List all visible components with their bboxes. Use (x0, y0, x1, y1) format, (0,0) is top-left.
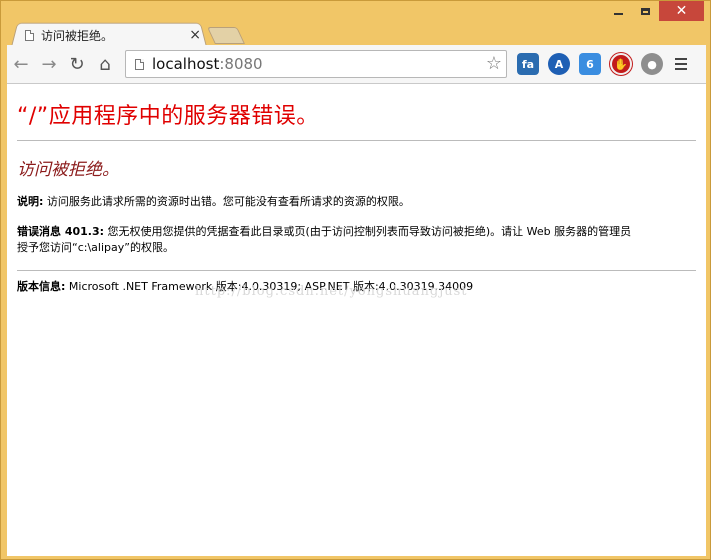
watermark: http://blog.csdn.net/yongshuangjust (195, 284, 468, 299)
tab-strip: 访问被拒绝。 × (11, 19, 311, 47)
close-window-button[interactable]: ✕ (659, 1, 704, 21)
version-divider (17, 270, 696, 271)
window-controls: ✕ (605, 1, 704, 23)
back-icon[interactable]: ← (7, 50, 35, 78)
tab-close-icon[interactable]: × (189, 27, 201, 43)
toolbar: ← → ↻ ⌂ localhost:8080 ☆ fa A 6 ✋ ● (7, 45, 706, 84)
six-extension-icon[interactable]: 6 (579, 53, 601, 75)
home-icon[interactable]: ⌂ (91, 50, 119, 78)
browser-window: ✕ 访问被拒绝。 × ← → ↻ ⌂ localhost:8080 ☆ fa A… (0, 0, 711, 560)
reload-icon[interactable]: ↻ (63, 50, 91, 78)
description-line: 说明: 访问服务此请求所需的资源时出错。您可能没有查看所请求的资源的权限。 (17, 194, 696, 210)
minimize-icon (614, 13, 623, 15)
new-tab-button[interactable] (207, 27, 245, 44)
url-host: localhost (152, 55, 220, 73)
address-bar[interactable]: localhost:8080 ☆ (125, 50, 507, 78)
maximize-button[interactable] (632, 1, 659, 21)
error-label: 错误消息 401.3: (17, 225, 105, 238)
tab-access-denied[interactable]: 访问被拒绝。 × (25, 25, 205, 45)
page-title: “/”应用程序中的服务器错误。 (17, 104, 319, 129)
stop-extension-icon[interactable]: ✋ (610, 53, 632, 75)
minimize-button[interactable] (605, 1, 632, 21)
error-text-1: 您无权使用您提供的凭据查看此目录或页(由于访问控制列表而导致访问被拒绝)。请让 … (104, 225, 632, 238)
page-icon (25, 29, 34, 41)
maximize-icon (641, 7, 650, 15)
tab-title: 访问被拒绝。 (41, 28, 114, 43)
version-label: 版本信息: (17, 280, 66, 293)
url-port: :8080 (219, 55, 263, 73)
error-message-line: 错误消息 401.3: 您无权使用您提供的凭据查看此目录或页(由于访问控制列表而… (17, 224, 696, 256)
a-extension-icon[interactable]: A (548, 53, 570, 75)
bookmark-star-icon[interactable]: ☆ (486, 53, 502, 74)
menu-icon[interactable] (675, 58, 687, 70)
title-divider (17, 140, 696, 141)
error-text-2: 授予您访问“c:\alipay”的权限。 (17, 241, 174, 254)
forward-icon[interactable]: → (35, 50, 63, 78)
error-subtitle: 访问被拒绝。 (17, 160, 119, 180)
page-content: “/”应用程序中的服务器错误。 访问被拒绝。 说明: 访问服务此请求所需的资源时… (7, 84, 706, 556)
globe-extension-icon[interactable]: ● (641, 53, 663, 75)
fa-extension-icon[interactable]: fa (517, 53, 539, 75)
page-info-icon[interactable] (135, 58, 144, 70)
description-label: 说明: (17, 195, 44, 208)
description-text: 访问服务此请求所需的资源时出错。您可能没有查看所请求的资源的权限。 (43, 195, 410, 208)
